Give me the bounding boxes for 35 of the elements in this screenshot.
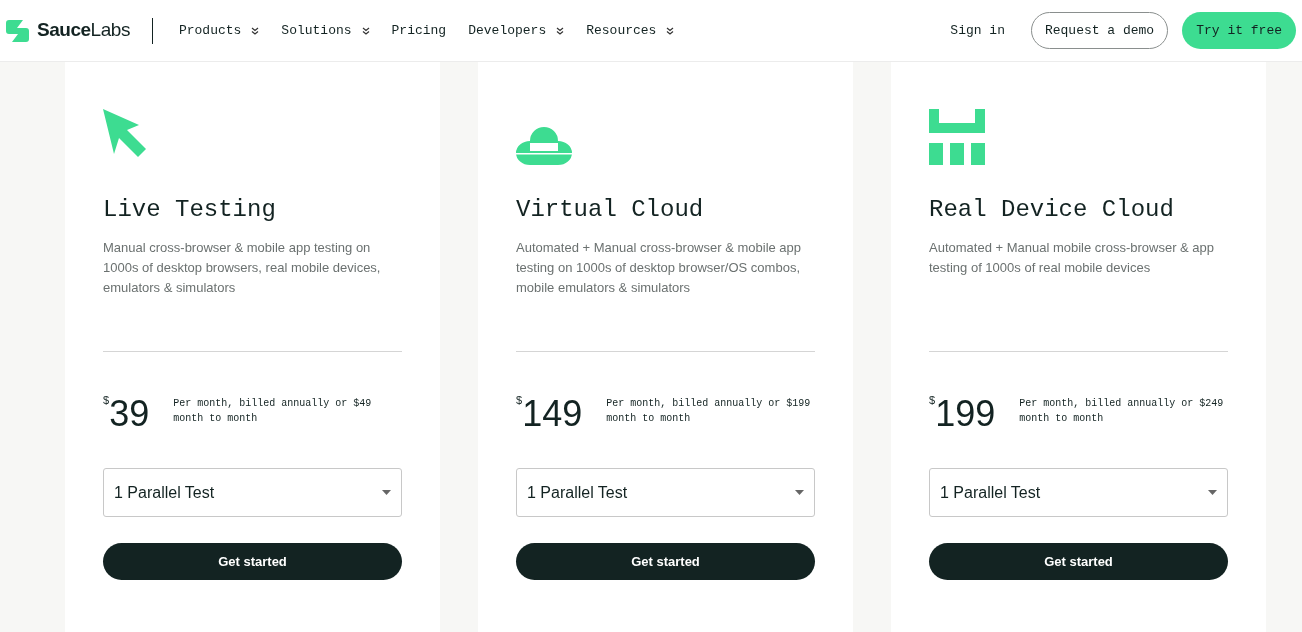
dropdown-caret-icon [795, 490, 804, 495]
plan-title: Real Device Cloud [929, 195, 1175, 225]
blocks-icon [929, 109, 985, 165]
price-note: Per month, billed annually or $249 month to month [1019, 397, 1225, 426]
currency-symbol: $ [516, 393, 523, 406]
currency-symbol: $ [103, 393, 110, 406]
nav-menu-item[interactable]: Solutions [281, 20, 370, 41]
plan-title: Virtual Cloud [516, 195, 705, 225]
currency-symbol: $ [929, 393, 936, 406]
nav-menu-item[interactable]: Developers [468, 20, 565, 41]
brand-name[interactable]: SauceLabs [37, 16, 130, 45]
parallel-test-select[interactable]: 1 Parallel Test [103, 468, 402, 517]
plan-price: 39 [109, 394, 150, 434]
dropdown-caret-icon [1208, 490, 1217, 495]
get-started-button[interactable]: Get started [929, 543, 1228, 580]
parallel-test-select[interactable]: 1 Parallel Test [929, 468, 1228, 517]
nav-menu-item[interactable]: Pricing [391, 20, 447, 41]
dropdown-caret-icon [382, 490, 391, 495]
plan-description: Automated + Manual cross-browser & mobile app testing on 1000s of desktop browser/OS combos, mobile emulators & simulators [516, 239, 803, 297]
plan-description: Manual cross-browser & mobile app testing on 1000s of desktop browsers, real mobile devices, emulators & simulators [103, 239, 382, 297]
get-started-button[interactable]: Get started [516, 543, 815, 580]
get-started-button[interactable]: Get started [103, 543, 402, 580]
plan-price: 199 [935, 394, 996, 434]
try-free-button[interactable]: Try it free [1182, 12, 1296, 49]
plan-title: Live Testing [103, 195, 277, 225]
price-note: Per month, billed annually or $49 month to month [173, 397, 373, 426]
sign-in-link[interactable]: Sign in [950, 20, 1005, 41]
parallel-test-select[interactable]: 1 Parallel Test [516, 468, 815, 517]
plan-price: 149 [522, 394, 583, 434]
price-note: Per month, billed annually or $199 month to month [606, 397, 812, 426]
nav-menu-item[interactable]: Products [178, 20, 260, 41]
logo-icon [6, 18, 31, 43]
nav-menu-item[interactable]: Resources [586, 20, 675, 41]
request-demo-button[interactable]: Request a demo [1030, 12, 1169, 49]
plan-description: Automated + Manual mobile cross-browser & app testing of 1000s of real mobile devices [929, 239, 1216, 277]
